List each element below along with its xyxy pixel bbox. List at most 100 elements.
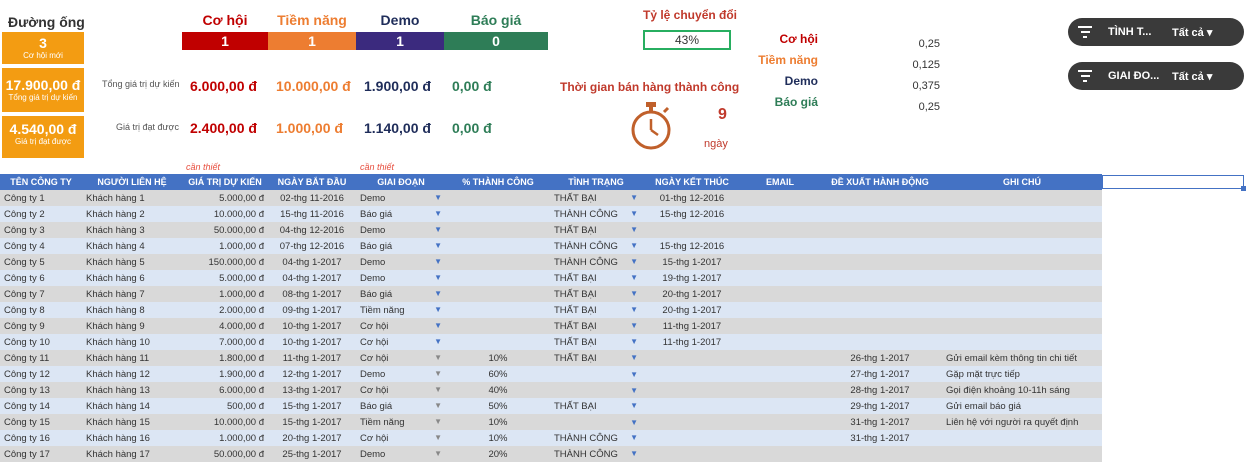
selected-cell[interactable] [1102, 175, 1244, 189]
stage-cell[interactable]: Tiềm năng ▼ [356, 302, 446, 318]
email-cell[interactable] [742, 254, 818, 270]
start-date-cell[interactable]: 15-thg 11-2016 [268, 206, 356, 222]
success-rate-cell[interactable]: 50% [446, 398, 550, 414]
email-cell[interactable] [742, 382, 818, 398]
email-cell[interactable] [742, 398, 818, 414]
action-date-cell[interactable] [818, 254, 942, 270]
contact-cell[interactable]: Khách hàng 11 [82, 350, 182, 366]
dropdown-arrow-icon[interactable]: ▼ [630, 433, 638, 442]
start-date-cell[interactable]: 13-thg 1-2017 [268, 382, 356, 398]
start-date-cell[interactable]: 04-thg 1-2017 [268, 254, 356, 270]
dropdown-arrow-icon[interactable]: ▼ [630, 209, 638, 218]
dropdown-arrow-icon[interactable]: ▼ [630, 305, 638, 314]
expected-value-cell[interactable]: 10.000,00 đ [182, 206, 268, 222]
column-header[interactable]: ĐỀ XUẤT HÀNH ĐỘNG [818, 174, 942, 190]
start-date-cell[interactable]: 15-thg 1-2017 [268, 398, 356, 414]
column-header[interactable]: % THÀNH CÔNG [446, 174, 550, 190]
note-cell[interactable] [942, 334, 1102, 350]
slicer-value[interactable]: Tất cả ▾ [1172, 70, 1212, 83]
dropdown-arrow-icon[interactable]: ▼ [630, 289, 638, 298]
end-date-cell[interactable]: 15-thg 1-2017 [642, 254, 742, 270]
end-date-cell[interactable]: 15-thg 12-2016 [642, 206, 742, 222]
status-cell[interactable]: ▼ [550, 382, 642, 398]
dropdown-arrow-icon[interactable]: ▼ [434, 417, 442, 426]
end-date-cell[interactable] [642, 222, 742, 238]
stage-cell[interactable]: Demo ▼ [356, 254, 446, 270]
status-cell[interactable]: THẤT BẠI ▼ [550, 270, 642, 286]
contact-cell[interactable]: Khách hàng 10 [82, 334, 182, 350]
success-rate-cell[interactable]: 40% [446, 382, 550, 398]
note-cell[interactable]: Gặp mặt trực tiếp [942, 366, 1102, 382]
status-cell[interactable]: THÀNH CÔNG ▼ [550, 446, 642, 462]
expected-value-cell[interactable]: 1.000,00 đ [182, 238, 268, 254]
dropdown-arrow-icon[interactable]: ▼ [630, 353, 638, 362]
stage-cell[interactable]: Cơ hội ▼ [356, 382, 446, 398]
status-cell[interactable]: THẤT BẠI ▼ [550, 302, 642, 318]
success-rate-cell[interactable]: 10% [446, 430, 550, 446]
expected-value-cell[interactable]: 150.000,00 đ [182, 254, 268, 270]
dropdown-arrow-icon[interactable]: ▼ [434, 305, 442, 314]
start-date-cell[interactable]: 07-thg 12-2016 [268, 238, 356, 254]
note-cell[interactable] [942, 238, 1102, 254]
column-header[interactable]: TÊN CÔNG TY [0, 174, 82, 190]
dropdown-arrow-icon[interactable]: ▼ [434, 321, 442, 330]
email-cell[interactable] [742, 302, 818, 318]
success-rate-cell[interactable]: 10% [446, 414, 550, 430]
start-date-cell[interactable]: 04-thg 12-2016 [268, 222, 356, 238]
dropdown-arrow-icon[interactable]: ▼ [630, 449, 638, 458]
stage-cell[interactable]: Báo giá ▼ [356, 398, 446, 414]
action-date-cell[interactable]: 31-thg 1-2017 [818, 430, 942, 446]
email-cell[interactable] [742, 350, 818, 366]
start-date-cell[interactable]: 08-thg 1-2017 [268, 286, 356, 302]
status-cell[interactable]: THÀNH CÔNG ▼ [550, 254, 642, 270]
end-date-cell[interactable]: 20-thg 1-2017 [642, 286, 742, 302]
action-date-cell[interactable] [818, 270, 942, 286]
action-date-cell[interactable]: 31-thg 1-2017 [818, 414, 942, 430]
note-cell[interactable] [942, 430, 1102, 446]
column-header[interactable]: NGƯỜI LIÊN HỆ [82, 174, 182, 190]
stage-cell[interactable]: Báo giá ▼ [356, 238, 446, 254]
email-cell[interactable] [742, 414, 818, 430]
note-cell[interactable]: Gửi email báo giá [942, 398, 1102, 414]
start-date-cell[interactable]: 20-thg 1-2017 [268, 430, 356, 446]
contact-cell[interactable]: Khách hàng 1 [82, 190, 182, 206]
stage-cell[interactable]: Demo ▼ [356, 270, 446, 286]
note-cell[interactable]: Gửi email kèm thông tin chi tiết [942, 350, 1102, 366]
company-cell[interactable]: Công ty 15 [0, 414, 82, 430]
company-cell[interactable]: Công ty 12 [0, 366, 82, 382]
email-cell[interactable] [742, 366, 818, 382]
status-cell[interactable]: ▼ [550, 414, 642, 430]
start-date-cell[interactable]: 10-thg 1-2017 [268, 334, 356, 350]
action-date-cell[interactable] [818, 222, 942, 238]
company-cell[interactable]: Công ty 13 [0, 382, 82, 398]
status-cell[interactable]: THẤT BẠI ▼ [550, 350, 642, 366]
status-cell[interactable]: THÀNH CÔNG ▼ [550, 430, 642, 446]
dropdown-arrow-icon[interactable]: ▼ [630, 386, 638, 395]
stage-cell[interactable]: Cơ hội ▼ [356, 430, 446, 446]
status-cell[interactable]: THẤT BẠI ▼ [550, 190, 642, 206]
success-rate-cell[interactable] [446, 318, 550, 334]
status-cell[interactable]: THÀNH CÔNG ▼ [550, 238, 642, 254]
email-cell[interactable] [742, 238, 818, 254]
column-header[interactable]: TÌNH TRẠNG [550, 174, 642, 190]
start-date-cell[interactable]: 25-thg 1-2017 [268, 446, 356, 462]
end-date-cell[interactable] [642, 366, 742, 382]
action-date-cell[interactable] [818, 286, 942, 302]
contact-cell[interactable]: Khách hàng 7 [82, 286, 182, 302]
contact-cell[interactable]: Khách hàng 15 [82, 414, 182, 430]
dropdown-arrow-icon[interactable]: ▼ [630, 225, 638, 234]
dropdown-arrow-icon[interactable]: ▼ [630, 273, 638, 282]
expected-value-cell[interactable]: 50.000,00 đ [182, 446, 268, 462]
success-rate-cell[interactable] [446, 270, 550, 286]
dropdown-arrow-icon[interactable]: ▼ [434, 241, 442, 250]
end-date-cell[interactable]: 15-thg 12-2016 [642, 238, 742, 254]
start-date-cell[interactable]: 04-thg 1-2017 [268, 270, 356, 286]
dropdown-arrow-icon[interactable]: ▼ [434, 449, 442, 458]
end-date-cell[interactable]: 11-thg 1-2017 [642, 334, 742, 350]
start-date-cell[interactable]: 12-thg 1-2017 [268, 366, 356, 382]
column-header[interactable]: EMAIL [742, 174, 818, 190]
dropdown-arrow-icon[interactable]: ▼ [434, 257, 442, 266]
stage-cell[interactable]: Demo ▼ [356, 366, 446, 382]
action-date-cell[interactable] [818, 206, 942, 222]
expected-value-cell[interactable]: 5.000,00 đ [182, 190, 268, 206]
